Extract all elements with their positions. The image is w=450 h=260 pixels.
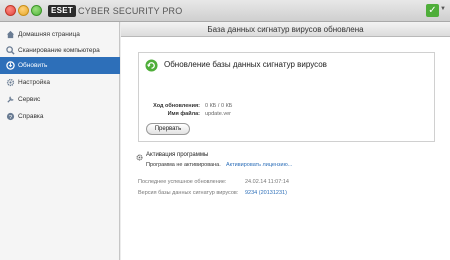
sidebar: Домашняя страница Сканирование компьютер…	[0, 22, 120, 260]
chevron-down-icon[interactable]: ▼	[440, 6, 446, 12]
last-update-value: 24.02.14 11:07:14	[245, 179, 289, 185]
filename-label: Имя файла:	[167, 111, 200, 117]
sidebar-item-label: Справка	[18, 113, 44, 120]
activation-title: Активация программы	[146, 152, 209, 158]
progress-value: 0 КБ / 0 КБ	[205, 103, 233, 109]
sidebar-item-update[interactable]: Обновить	[0, 57, 120, 74]
sidebar-item-settings[interactable]: Настройка	[0, 74, 120, 91]
close-window-button[interactable]	[5, 5, 16, 16]
tools-icon	[7, 96, 14, 103]
main-content: База данных сигнатур вирусов обновлена О…	[121, 22, 450, 260]
page-title: База данных сигнатур вирусов обновлена	[121, 22, 450, 37]
sidebar-item-label: Настройка	[18, 79, 50, 86]
eset-logo: ESET	[48, 5, 77, 17]
product-name: CYBER SECURITY PRO	[78, 6, 183, 16]
db-version-link[interactable]: 9234 (20131231)	[245, 190, 287, 196]
progress-label: Ход обновления:	[153, 103, 200, 109]
gear-icon	[6, 78, 15, 87]
status-check-icon[interactable]: ✓	[426, 4, 439, 17]
db-version-label: Версия базы данных сигнатур вирусов:	[138, 190, 239, 196]
activate-license-link[interactable]: Активировать лицензию...	[226, 162, 292, 168]
zoom-window-button[interactable]	[31, 5, 42, 16]
title-bar: ESET CYBER SECURITY PRO ✓ ▼	[0, 0, 450, 22]
refresh-icon	[145, 59, 158, 72]
last-update-label: Последнее успешное обновление:	[138, 179, 227, 185]
filename-value: update.ver	[205, 111, 231, 117]
stop-update-button[interactable]: Прервать	[146, 123, 190, 135]
gear-icon	[136, 154, 143, 161]
help-icon: ?	[6, 112, 15, 121]
update-icon	[6, 61, 15, 70]
home-icon	[6, 30, 15, 39]
scan-icon	[6, 46, 15, 55]
sidebar-item-label: Сервис	[18, 96, 41, 103]
update-panel: Обновление базы данных сигнатур вирусов …	[138, 52, 435, 142]
sidebar-item-help[interactable]: ? Справка	[0, 108, 120, 125]
sidebar-item-label: Обновить	[18, 62, 48, 69]
sidebar-item-home[interactable]: Домашняя страница	[0, 26, 120, 43]
sidebar-item-tools[interactable]: Сервис	[0, 91, 120, 108]
update-title: Обновление базы данных сигнатур вирусов	[164, 60, 327, 69]
sidebar-item-label: Домашняя страница	[18, 31, 80, 38]
minimize-window-button[interactable]	[18, 5, 29, 16]
activation-status: Программа не активирована.	[146, 162, 221, 168]
